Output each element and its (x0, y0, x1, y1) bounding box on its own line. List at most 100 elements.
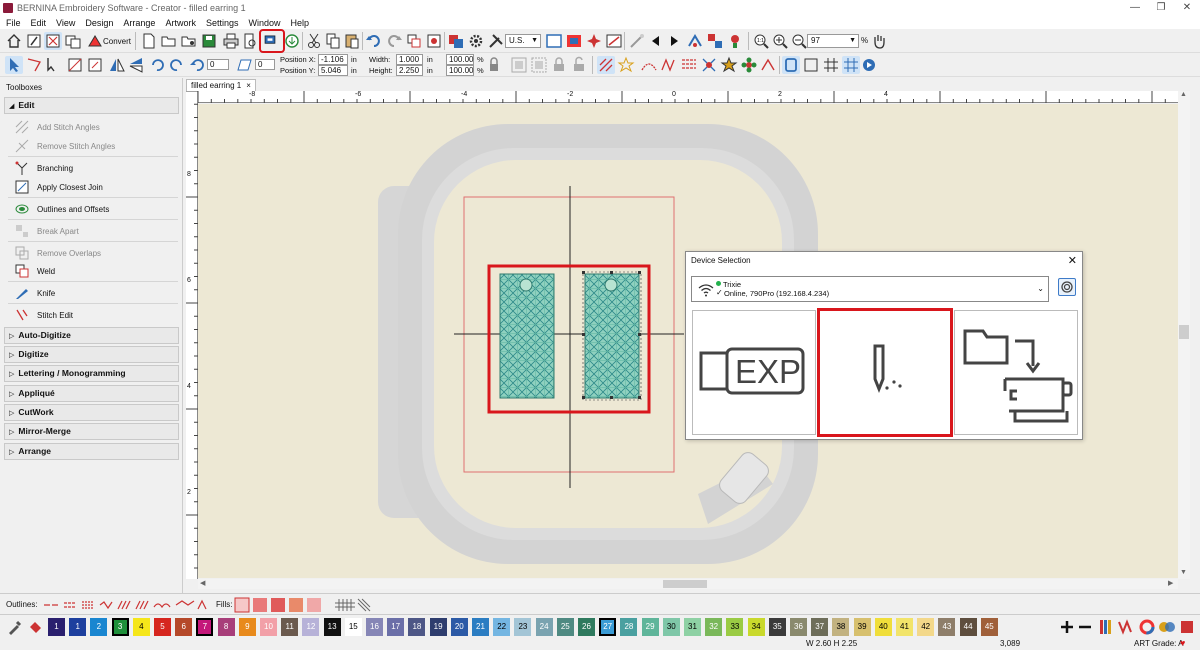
menu-view[interactable]: View (56, 18, 75, 28)
save-to-folder-option[interactable] (954, 310, 1078, 435)
section-edit[interactable]: ◢ Edit (4, 97, 179, 114)
zoom-select[interactable]: 97 ▼ (807, 34, 859, 48)
stitch-angle-icon[interactable] (597, 56, 615, 74)
color-swatch[interactable]: 22 (493, 618, 511, 636)
earring-left[interactable] (499, 273, 555, 399)
color-swatch[interactable]: 25 (556, 618, 574, 636)
position-x-input[interactable]: -1.106 (318, 54, 348, 65)
device-settings-button[interactable] (1058, 278, 1076, 296)
color-swatch[interactable]: 21 (472, 618, 489, 636)
position-y-input[interactable]: 5.046 (318, 65, 348, 76)
paste-icon[interactable] (343, 32, 361, 50)
section-auto-digitize[interactable]: ▷ Auto-Digitize (4, 327, 179, 344)
outline-types-group[interactable] (42, 597, 214, 613)
color-object-icon[interactable] (447, 32, 465, 50)
color-swatch[interactable]: 44 (959, 618, 977, 636)
star-shape-icon[interactable] (617, 56, 635, 74)
color-wheel-icon[interactable] (1117, 618, 1135, 636)
mirror-vertical-icon[interactable] (108, 56, 126, 74)
show-grid-icon[interactable] (822, 56, 840, 74)
send-to-machine-button[interactable] (259, 29, 285, 53)
home-icon[interactable] (5, 32, 23, 50)
show-outline-icon[interactable] (802, 56, 820, 74)
flower-design-icon[interactable] (726, 32, 744, 50)
scale-width-input[interactable]: 100.00 (446, 54, 474, 65)
stitch-player-icon[interactable] (686, 32, 704, 50)
rotate-left-icon[interactable] (148, 56, 166, 74)
tool-stitch-edit[interactable]: Stitch Edit (14, 307, 73, 323)
color-swatch[interactable]: 10 (260, 618, 277, 636)
color-swatch[interactable]: 1 (48, 618, 65, 636)
tool-branching[interactable]: Branching (14, 160, 73, 176)
section-digitize[interactable]: ▷ Digitize (4, 346, 179, 363)
color-swatch[interactable]: 18 (408, 618, 426, 636)
lock-icon[interactable] (550, 56, 568, 74)
section-mirror-merge[interactable]: ▷ Mirror-Merge (4, 423, 179, 440)
usb-export-icon[interactable] (283, 32, 301, 50)
menu-window[interactable]: Window (248, 18, 280, 28)
color-swatch[interactable]: 3 (111, 618, 129, 636)
stitch-effects-icon[interactable] (760, 56, 778, 74)
color-swatch[interactable]: 9 (238, 618, 256, 636)
print-preview-icon[interactable] (241, 32, 259, 50)
select-arrow-icon[interactable] (5, 56, 23, 74)
magic-wand-icon[interactable] (628, 32, 646, 50)
zoom-100-icon[interactable]: 1:1 (752, 32, 770, 50)
color-swatch[interactable]: 13 (323, 618, 341, 636)
minimize-button[interactable]: — (1122, 0, 1148, 16)
color-swatch[interactable]: 24 (535, 618, 553, 636)
ungroup-icon[interactable] (530, 56, 548, 74)
close-window-button[interactable]: ✕ (1174, 0, 1200, 16)
menu-edit[interactable]: Edit (31, 18, 47, 28)
scale-height-input[interactable]: 100.00 (446, 65, 474, 76)
settings-gear-icon[interactable] (467, 32, 485, 50)
horizontal-scrollbar[interactable]: ◀ ▶ (198, 579, 1178, 589)
section-cutwork[interactable]: ▷ CutWork (4, 404, 179, 421)
vertical-scroll-thumb[interactable] (1179, 325, 1189, 339)
next-icon[interactable] (665, 32, 683, 50)
undo-icon[interactable] (365, 32, 383, 50)
color-swatch[interactable]: 26 (578, 618, 595, 636)
open-folder-icon[interactable] (160, 32, 178, 50)
reshape-icon[interactable] (66, 56, 84, 74)
tool-weld[interactable]: Weld (14, 263, 55, 279)
stitch-types-icon[interactable] (640, 56, 658, 74)
tool-add-stitch-angles[interactable]: Add Stitch Angles (14, 119, 100, 135)
convert-icon[interactable] (86, 32, 104, 50)
zoom-out-icon[interactable] (790, 32, 808, 50)
color-swatch[interactable]: 35 (768, 618, 786, 636)
color-swatch[interactable]: 40 (874, 618, 892, 636)
menu-arrange[interactable]: Arrange (123, 18, 155, 28)
color-swatch[interactable]: 42 (917, 618, 935, 636)
paint-bucket-icon[interactable] (26, 618, 44, 636)
color-swatch[interactable]: 34 (747, 618, 765, 636)
polygon-select-icon[interactable] (25, 56, 43, 74)
color-swatch[interactable]: 1 (69, 618, 87, 636)
color-swatch[interactable]: 38 (832, 618, 850, 636)
sort-colors-icon[interactable] (706, 32, 724, 50)
color-swatch[interactable]: 2 (90, 618, 108, 636)
show-stitches-icon[interactable] (842, 56, 860, 74)
color-swatch[interactable]: 5 (154, 618, 171, 636)
color-swatch[interactable]: 15 (344, 618, 362, 636)
section-lettering[interactable]: ▷ Lettering / Monogramming (4, 365, 179, 382)
zoom-in-icon[interactable] (771, 32, 789, 50)
menu-help[interactable]: Help (291, 18, 310, 28)
tool-outlines-and-offsets[interactable]: Outlines and Offsets (14, 201, 109, 217)
save-icon[interactable] (200, 32, 218, 50)
width-input[interactable]: 1.000 (396, 54, 423, 65)
rotate-45-icon[interactable] (168, 56, 186, 74)
transform-icon[interactable] (86, 56, 104, 74)
print-icon[interactable] (222, 32, 240, 50)
color-swatch[interactable]: 43 (938, 618, 956, 636)
color-swatch[interactable]: 30 (662, 618, 680, 636)
satin-icon[interactable] (660, 56, 678, 74)
show-hoop-icon[interactable] (782, 56, 800, 74)
units-select[interactable]: U.S. ▼ (505, 34, 541, 48)
capture-icon[interactable] (425, 32, 443, 50)
rotate-icon[interactable] (188, 56, 206, 74)
color-swatch[interactable]: 32 (705, 618, 723, 636)
artwork-canvas-icon[interactable] (64, 32, 82, 50)
menu-file[interactable]: File (6, 18, 21, 28)
skew-icon[interactable] (236, 56, 254, 74)
